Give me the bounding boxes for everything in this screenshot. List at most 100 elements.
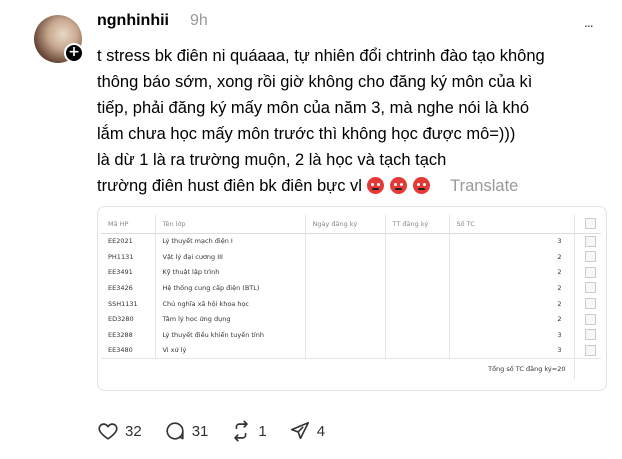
column-header: Mã HP — [101, 215, 156, 234]
row-checkbox — [584, 329, 596, 341]
table-row: EE3480 Vi xử lý 3 — [101, 342, 601, 359]
reply-button[interactable]: 31 — [164, 420, 209, 442]
course-code-cell: ED3280 — [101, 311, 156, 328]
post-last-line: trường điên hust điên bk điên bực vl Tra… — [97, 173, 612, 199]
like-count: 32 — [125, 422, 142, 440]
register-date-cell — [305, 233, 386, 249]
empty-cell — [574, 358, 601, 379]
row-checkbox — [584, 266, 596, 278]
angry-face-emoji-icon — [389, 177, 407, 194]
credits-cell: 2 — [449, 264, 575, 281]
course-name-cell: Kỹ thuật lập trình — [155, 264, 306, 281]
course-registration-screenshot[interactable]: Mã HP Tên lớp Ngày đăng ký TT đăng ký Số… — [97, 206, 607, 391]
row-checkbox — [584, 282, 596, 294]
table-row: EE3491 Kỹ thuật lập trình 2 — [101, 264, 601, 281]
row-checkbox — [584, 235, 596, 247]
checkbox — [584, 218, 596, 230]
course-name-cell: Lý thuyết điều khiển tuyến tính — [155, 327, 306, 343]
post-line: là dừ 1 là ra trường muộn, 2 là học và t… — [97, 151, 447, 169]
more-options-icon[interactable]: ... — [584, 14, 594, 30]
row-checkbox-cell — [574, 296, 601, 312]
like-button[interactable]: 32 — [97, 420, 142, 442]
table-row: EE3426 Hệ thống cung cấp điện (BTL) 2 — [101, 280, 601, 296]
register-status-cell — [385, 342, 450, 359]
row-checkbox-cell — [574, 233, 601, 249]
post-line: thông báo sớm, xong rồi giờ không cho đă… — [97, 73, 533, 91]
table-row: EE3288 Lý thuyết điều khiển tuyến tính 3 — [101, 327, 601, 343]
column-header: Tên lớp — [155, 215, 306, 234]
register-date-cell — [305, 311, 386, 328]
total-credits: Tổng số TC đăng ký=20 — [101, 358, 575, 379]
row-checkbox-cell — [574, 311, 601, 327]
repost-button[interactable]: 1 — [230, 420, 267, 442]
register-status-cell — [385, 295, 450, 312]
row-checkbox — [584, 313, 596, 325]
register-date-cell — [305, 280, 386, 296]
row-checkbox-cell — [574, 343, 601, 359]
total-row: Tổng số TC đăng ký=20 — [101, 358, 601, 379]
register-date-cell — [305, 342, 386, 359]
register-status-cell — [385, 280, 450, 296]
post-line: lắm chưa học mấy môn trước thì không học… — [97, 125, 516, 143]
course-name-cell: Hệ thống cung cấp điện (BTL) — [155, 280, 306, 296]
register-date-cell — [305, 295, 386, 312]
share-button[interactable]: 4 — [289, 420, 325, 442]
column-header: TT đăng ký — [385, 215, 450, 234]
column-header: Số TC — [449, 215, 575, 234]
course-code-cell: EE3491 — [101, 264, 156, 281]
course-name-cell: Lý thuyết mạch điện I — [155, 233, 306, 249]
follow-plus-icon[interactable]: + — [64, 43, 84, 63]
course-name-cell: Vi xử lý — [155, 342, 306, 359]
select-all-checkbox-header — [574, 215, 601, 234]
credits-cell: 3 — [449, 327, 575, 343]
table-row: EE2021 Lý thuyết mạch điện I 3 — [101, 233, 601, 249]
column-header: Ngày đăng ký — [305, 215, 386, 234]
username[interactable]: ngnhinhii — [97, 12, 169, 30]
register-status-cell — [385, 311, 450, 328]
translate-link[interactable]: Translate — [450, 177, 518, 195]
course-code-cell: EE3288 — [101, 327, 156, 343]
course-code-cell: EE3426 — [101, 280, 156, 296]
repost-count: 1 — [258, 422, 267, 440]
credits-cell: 3 — [449, 233, 575, 249]
row-checkbox-cell — [574, 249, 601, 265]
credits-cell: 2 — [449, 280, 575, 296]
course-name-cell: Tâm lý học ứng dụng — [155, 311, 306, 328]
post-line: trường điên hust điên bk điên bực vl — [97, 177, 362, 195]
post-body: t stress bk điên ni quáaaa, tự nhiên đổi… — [97, 43, 612, 199]
register-date-cell — [305, 327, 386, 343]
register-date-cell — [305, 264, 386, 281]
table-row: PH1131 Vật lý đại cương III 2 — [101, 248, 601, 265]
repost-icon — [234, 420, 249, 442]
row-checkbox-cell — [574, 264, 601, 280]
angry-face-emoji-icon — [366, 177, 384, 194]
row-checkbox — [584, 251, 596, 263]
avatar-container[interactable]: + — [34, 15, 84, 65]
course-code-cell: EE3480 — [101, 342, 156, 359]
credits-cell: 3 — [449, 342, 575, 359]
register-date-cell — [305, 248, 386, 265]
heart-icon — [98, 423, 118, 440]
share-count: 4 — [316, 422, 326, 440]
row-checkbox — [584, 298, 596, 310]
angry-face-emoji-icon — [412, 177, 430, 194]
row-checkbox-cell — [574, 327, 601, 343]
course-name-cell: Vật lý đại cương III — [155, 248, 306, 265]
course-name-cell: Chủ nghĩa xã hội khoa học — [155, 295, 306, 312]
course-code-cell: PH1131 — [101, 248, 156, 265]
credits-cell: 2 — [449, 248, 575, 265]
table-row: SSH1131 Chủ nghĩa xã hội khoa học 2 — [101, 295, 601, 312]
course-table: Mã HP Tên lớp Ngày đăng ký TT đăng ký Số… — [101, 215, 601, 379]
register-status-cell — [385, 264, 450, 281]
post-time[interactable]: 9h — [190, 12, 208, 30]
table-header-row: Mã HP Tên lớp Ngày đăng ký TT đăng ký Số… — [101, 215, 601, 234]
send-icon — [290, 421, 309, 440]
action-bar: 32 31 1 4 — [97, 420, 347, 442]
course-code-cell: SSH1131 — [101, 295, 156, 312]
post-line: tiếp, phải đăng ký mấy môn của năm 3, mà… — [97, 99, 530, 117]
row-checkbox — [584, 344, 596, 356]
reply-count: 31 — [191, 422, 209, 440]
course-code-cell: EE2021 — [101, 233, 156, 249]
register-status-cell — [385, 248, 450, 265]
table-row: ED3280 Tâm lý học ứng dụng 2 — [101, 311, 601, 328]
